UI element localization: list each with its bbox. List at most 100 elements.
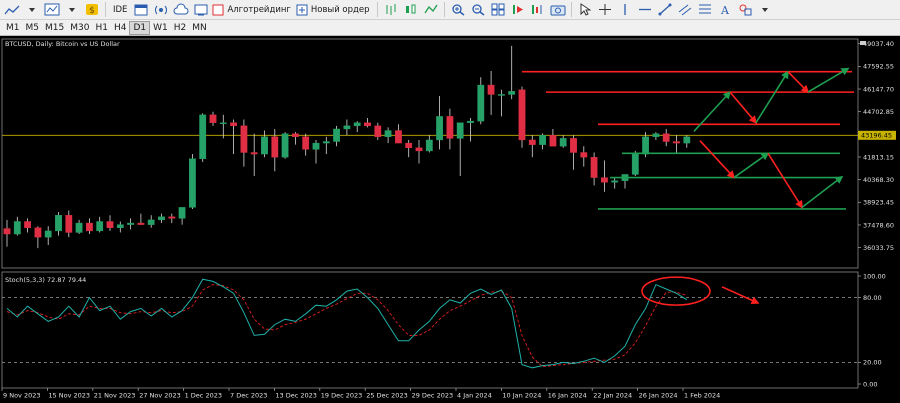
- timeframe-m1[interactable]: M1: [3, 21, 23, 35]
- zoom-out-icon[interactable]: [469, 1, 487, 19]
- stochastic-panel[interactable]: [2, 276, 858, 369]
- trendline-icon[interactable]: [656, 1, 674, 19]
- chart-shift-icon[interactable]: [529, 1, 547, 19]
- vps-icon[interactable]: [192, 1, 210, 19]
- candle-body: [611, 180, 619, 183]
- signal-icon[interactable]: [152, 1, 170, 19]
- timeframe-m15[interactable]: M15: [42, 21, 67, 35]
- candlestick-icon[interactable]: [402, 1, 420, 19]
- bar-chart-icon[interactable]: [382, 1, 400, 19]
- screenshot-icon[interactable]: [549, 1, 567, 19]
- chart-area[interactable]: 49037.4047592.5546147.7044702.8543258.00…: [0, 36, 900, 403]
- zoom-in-icon[interactable]: [449, 1, 467, 19]
- candle-body: [456, 122, 464, 139]
- timeframe-toolbar: M1 M5 M15 M30 H1 H4 D1 W1 H2 MN: [0, 20, 900, 36]
- timeframe-h2[interactable]: H2: [171, 21, 190, 35]
- price-tick-label: 49037.40: [863, 40, 894, 48]
- algo-trading-button[interactable]: Алготрейдинг: [212, 1, 293, 19]
- price-tick-label: 46147.70: [863, 85, 894, 93]
- chevron-down-icon[interactable]: [756, 1, 774, 19]
- crosshair-icon[interactable]: [596, 1, 614, 19]
- candle-body: [374, 125, 382, 138]
- candle-body: [601, 177, 608, 183]
- candle-body: [333, 128, 340, 142]
- timeframe-w1[interactable]: W1: [150, 21, 171, 35]
- calendar-icon[interactable]: [132, 1, 150, 19]
- cloud-icon[interactable]: [172, 1, 190, 19]
- date-tick-label: 10 Jan 2024: [502, 392, 541, 400]
- timeframe-m5[interactable]: M5: [23, 21, 43, 35]
- date-tick-label: 13 Dec 2023: [275, 392, 317, 400]
- horizontal-line-icon[interactable]: [636, 1, 654, 19]
- price-tick-label: 37478.60: [863, 221, 894, 229]
- candle-body: [96, 221, 104, 232]
- timeframe-d1[interactable]: D1: [129, 20, 151, 35]
- symbol-label: BTCUSD, Daily: Bitcoin vs US Dollar: [5, 40, 120, 48]
- line-icon[interactable]: [422, 1, 440, 19]
- candle-body: [292, 133, 299, 138]
- price-tick-label: 44702.85: [863, 108, 894, 116]
- date-tick-label: 22 Jan 2024: [593, 392, 632, 400]
- candle-body: [549, 135, 557, 147]
- overbought-ellipse: [641, 276, 711, 306]
- price-chart[interactable]: 49037.4047592.5546147.7044702.8543258.00…: [0, 36, 900, 403]
- candle-body: [116, 224, 124, 228]
- cursor-icon[interactable]: [576, 1, 594, 19]
- candle-body: [34, 227, 42, 238]
- candle-body: [570, 138, 577, 153]
- candle-body: [642, 136, 650, 155]
- channel-icon[interactable]: [676, 1, 694, 19]
- line-chart-icon[interactable]: [3, 1, 21, 19]
- candle-body: [55, 215, 62, 232]
- candle-body: [559, 138, 567, 147]
- timeframe-h1[interactable]: H1: [92, 21, 111, 35]
- vertical-line-icon[interactable]: [616, 1, 634, 19]
- candle-body: [75, 222, 83, 233]
- text-tool-icon[interactable]: A: [716, 1, 734, 19]
- timeframe-mn[interactable]: MN: [189, 21, 210, 35]
- main-price-panel[interactable]: [2, 45, 858, 249]
- candle-body: [508, 91, 516, 95]
- date-tick-label: 21 Nov 2023: [94, 392, 136, 400]
- chart-window-icon[interactable]: [43, 1, 61, 19]
- candle-body: [395, 130, 402, 144]
- candle-body: [158, 216, 165, 221]
- candle-body: [425, 139, 433, 152]
- candle-body: [209, 114, 217, 123]
- candle-body: [322, 141, 330, 144]
- candle-body: [662, 133, 670, 142]
- new-order-button[interactable]: Новый ордер: [296, 1, 373, 19]
- candle-body: [487, 84, 495, 95]
- chevron-down-icon[interactable]: [23, 1, 41, 19]
- candle-body: [65, 215, 73, 233]
- candle-body: [188, 158, 196, 208]
- osc-tick-label: 100.00: [863, 272, 886, 280]
- candle-body: [477, 84, 485, 122]
- indicator-label: Stoch(5,3,3) 72.87 79.44: [5, 276, 86, 284]
- candle-body: [415, 147, 423, 152]
- shapes-icon[interactable]: [736, 1, 754, 19]
- tile-windows-icon[interactable]: [489, 1, 507, 19]
- auto-scroll-icon[interactable]: [509, 1, 527, 19]
- fibonacci-icon[interactable]: [696, 1, 714, 19]
- ide-button[interactable]: IDE: [110, 1, 130, 19]
- candle-body: [590, 156, 598, 178]
- stoch-signal-line: [6, 284, 687, 368]
- candle-body: [281, 133, 289, 158]
- chevron-down-icon[interactable]: [63, 1, 81, 19]
- annotation-arrows[interactable]: [693, 67, 850, 209]
- svg-text:$: $: [89, 6, 95, 16]
- candle-body: [518, 89, 526, 141]
- candle-body: [13, 221, 21, 235]
- main-toolbar: $ IDE Алготрейдинг Новый ордер A: [0, 0, 900, 20]
- candle-body: [127, 222, 135, 225]
- price-tick-label: 41813.15: [863, 153, 894, 161]
- candle-body: [24, 221, 31, 228]
- timeframe-h4[interactable]: H4: [111, 21, 130, 35]
- date-tick-label: 1 Feb 2024: [684, 392, 720, 400]
- price-tick-label: 47592.55: [863, 63, 894, 71]
- dollar-icon[interactable]: $: [83, 1, 101, 19]
- timeframe-m30[interactable]: M30: [67, 21, 92, 35]
- trend-arrow: [733, 152, 770, 179]
- candle-body: [230, 122, 237, 127]
